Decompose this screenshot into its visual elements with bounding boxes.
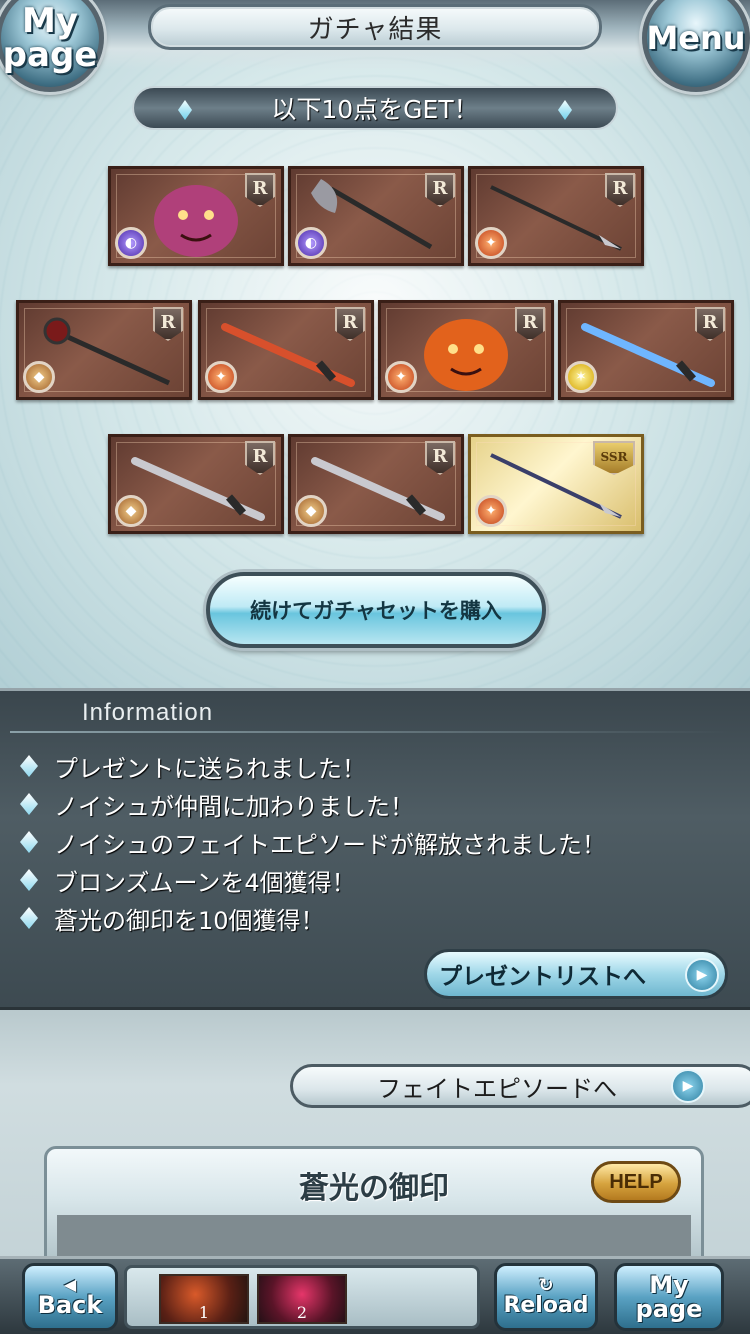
element-fire-icon: ✦ bbox=[385, 361, 417, 393]
gem-bullet-icon bbox=[20, 755, 38, 777]
continue-gacha-button[interactable]: 続けてガチャセットを購入 bbox=[206, 572, 546, 648]
result-card-dagger[interactable]: R ✦ bbox=[198, 300, 374, 400]
back-label: Back bbox=[37, 1291, 103, 1319]
fate-episode-label: フェイトエピソードへ bbox=[377, 1074, 617, 1103]
gem-bullet-icon bbox=[20, 907, 38, 929]
element-dark-icon: ◐ bbox=[295, 227, 327, 259]
info-item: ブロンズムーンを4個獲得！ bbox=[20, 861, 730, 899]
help-button[interactable]: HELP bbox=[591, 1161, 681, 1203]
element-earth-icon: ◆ bbox=[295, 495, 327, 527]
page-title: ガチャ結果 bbox=[148, 4, 602, 50]
information-list: プレゼントに送られました！ ノイシュが仲間に加わりました！ ノイシュのフェイトエ… bbox=[20, 747, 730, 937]
result-card-sword[interactable]: R ◆ bbox=[288, 434, 464, 534]
get-banner: 以下10点をGET！ bbox=[132, 86, 618, 130]
info-item-text: プレゼントに送られました！ bbox=[54, 754, 366, 783]
info-item-text: ノイシュのフェイトエピソードが解放されました！ bbox=[54, 830, 606, 859]
result-card-character[interactable]: R ✦ bbox=[378, 300, 554, 400]
element-fire-icon: ✦ bbox=[205, 361, 237, 393]
result-card-spear[interactable]: R ✦ bbox=[468, 166, 644, 266]
menu-button[interactable]: Menu bbox=[642, 0, 750, 92]
diamond-icon bbox=[558, 100, 572, 120]
tray-item-number: 1 bbox=[198, 1303, 210, 1322]
tray-item[interactable]: 1 bbox=[159, 1274, 249, 1324]
present-list-button[interactable]: プレゼントリストへ ▶ bbox=[424, 949, 728, 999]
menu-label: Menu bbox=[646, 19, 746, 57]
info-item: ノイシュが仲間に加わりました！ bbox=[20, 785, 730, 823]
reload-label: Reload bbox=[503, 1293, 589, 1318]
result-card-sword[interactable]: R ✶ bbox=[558, 300, 734, 400]
information-panel: Information プレゼントに送られました！ ノイシュが仲間に加わりました… bbox=[0, 688, 750, 1010]
page-title-text: ガチャ結果 bbox=[307, 14, 443, 45]
element-earth-icon: ◆ bbox=[23, 361, 55, 393]
result-card-mace[interactable]: R ◆ bbox=[16, 300, 192, 400]
mypage-footer-label-bottom: page bbox=[635, 1295, 703, 1323]
element-dark-icon: ◐ bbox=[115, 227, 147, 259]
continue-gacha-label: 続けてガチャセットを購入 bbox=[250, 599, 502, 623]
result-card-character[interactable]: R ◐ bbox=[108, 166, 284, 266]
help-label: HELP bbox=[609, 1170, 663, 1193]
lower-area: フェイトエピソードへ ▶ 蒼光の御印 HELP bbox=[0, 1010, 750, 1276]
tray-item-number: 2 bbox=[296, 1303, 308, 1322]
result-card-axe[interactable]: R ◐ bbox=[288, 166, 464, 266]
get-banner-text: 以下10点をGET！ bbox=[271, 95, 479, 124]
element-earth-icon: ◆ bbox=[115, 495, 147, 527]
quick-item-tray: 1 2 bbox=[124, 1265, 480, 1329]
info-item-text: ノイシュが仲間に加わりました！ bbox=[54, 792, 414, 821]
info-item: 蒼光の御印を10個獲得！ bbox=[20, 899, 730, 937]
play-arrow-icon: ▶ bbox=[671, 1069, 705, 1103]
gem-bullet-icon bbox=[20, 793, 38, 815]
gem-bullet-icon bbox=[20, 869, 38, 891]
result-card-sword[interactable]: R ◆ bbox=[108, 434, 284, 534]
mypage-label-top: My bbox=[22, 1, 78, 41]
play-arrow-icon: ▶ bbox=[685, 958, 719, 992]
bottom-nav-bar: ◀ Back 1 2 ↻ Reload My page bbox=[0, 1256, 750, 1334]
element-fire-icon: ✦ bbox=[475, 227, 507, 259]
gacha-result-area: ガチャ結果 My page Menu 以下10点をGET！ R ◐ R ◐ R ✦ R ◆ R ✦… bbox=[0, 0, 750, 688]
present-list-label: プレゼントリストへ bbox=[439, 964, 646, 990]
diamond-icon bbox=[178, 100, 192, 120]
gem-bullet-icon bbox=[20, 831, 38, 853]
mypage-label-bottom: page bbox=[2, 35, 98, 75]
divider bbox=[10, 731, 730, 733]
tray-item[interactable]: 2 bbox=[257, 1274, 347, 1324]
element-light-icon: ✶ bbox=[565, 361, 597, 393]
mypage-button[interactable]: My page bbox=[0, 0, 104, 92]
back-button[interactable]: ◀ Back bbox=[22, 1263, 118, 1331]
element-fire-icon: ✦ bbox=[475, 495, 507, 527]
information-title: Information bbox=[82, 699, 214, 726]
reload-button[interactable]: ↻ Reload bbox=[494, 1263, 598, 1331]
result-card-spear[interactable]: SSR ✦ bbox=[468, 434, 644, 534]
mypage-footer-label-top: My bbox=[649, 1271, 689, 1299]
mypage-footer-button[interactable]: My page bbox=[614, 1263, 724, 1331]
info-item-text: ブロンズムーンを4個獲得！ bbox=[54, 868, 356, 897]
info-item-text: 蒼光の御印を10個獲得！ bbox=[54, 906, 325, 935]
fate-episode-button[interactable]: フェイトエピソードへ ▶ bbox=[290, 1064, 750, 1108]
info-item: プレゼントに送られました！ bbox=[20, 747, 730, 785]
info-item: ノイシュのフェイトエピソードが解放されました！ bbox=[20, 823, 730, 861]
